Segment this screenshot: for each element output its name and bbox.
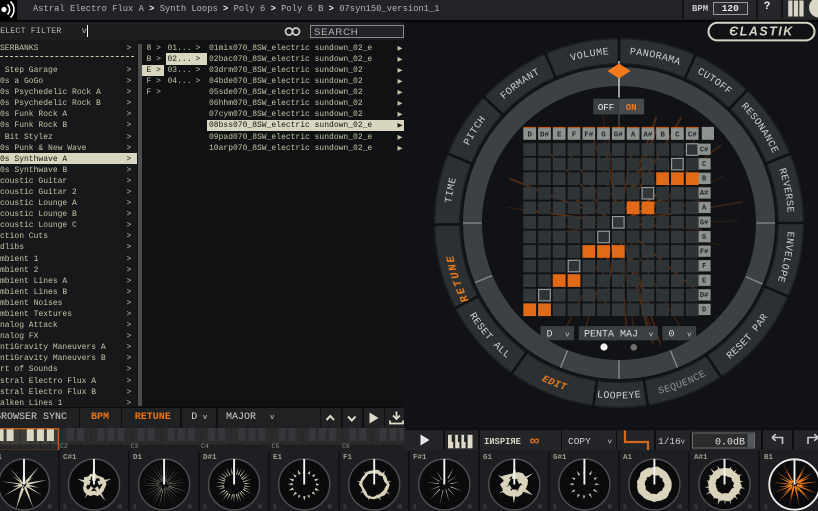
- svg-text:D: D: [702, 307, 706, 315]
- svg-text:G: G: [702, 234, 706, 242]
- svg-text:ON: ON: [626, 103, 637, 113]
- svg-text:F#: F#: [584, 131, 594, 139]
- svg-text:v: v: [687, 331, 692, 339]
- svg-text:LOOPEYE: LOOPEYE: [596, 390, 642, 402]
- svg-text:G#: G#: [614, 131, 624, 139]
- svg-text:E: E: [702, 278, 706, 286]
- svg-text:C: C: [702, 161, 706, 169]
- svg-text:F#: F#: [700, 248, 708, 256]
- svg-text:B: B: [660, 131, 665, 139]
- svg-text:F: F: [572, 131, 577, 139]
- svg-text:D#: D#: [700, 292, 708, 300]
- svg-text:G: G: [601, 131, 606, 139]
- svg-text:F: F: [702, 263, 706, 271]
- svg-text:G#: G#: [700, 219, 708, 227]
- svg-text:C#: C#: [688, 131, 698, 139]
- svg-text:A#: A#: [700, 190, 708, 198]
- svg-text:OFF: OFF: [598, 103, 614, 113]
- svg-text:D#: D#: [540, 131, 550, 139]
- svg-text:A: A: [631, 131, 636, 139]
- svg-text:D: D: [547, 330, 553, 341]
- svg-text:C: C: [675, 131, 680, 139]
- svg-text:ЄLASTIK: ЄLASTIK: [729, 25, 794, 39]
- svg-text:E: E: [557, 131, 562, 139]
- svg-text:v: v: [565, 331, 570, 339]
- svg-text:0: 0: [669, 330, 675, 341]
- svg-text:A#: A#: [643, 131, 653, 139]
- svg-text:D: D: [527, 131, 532, 139]
- svg-text:C#: C#: [700, 147, 708, 155]
- svg-text:PENTA MAJ: PENTA MAJ: [584, 330, 638, 341]
- svg-text:v: v: [649, 331, 654, 339]
